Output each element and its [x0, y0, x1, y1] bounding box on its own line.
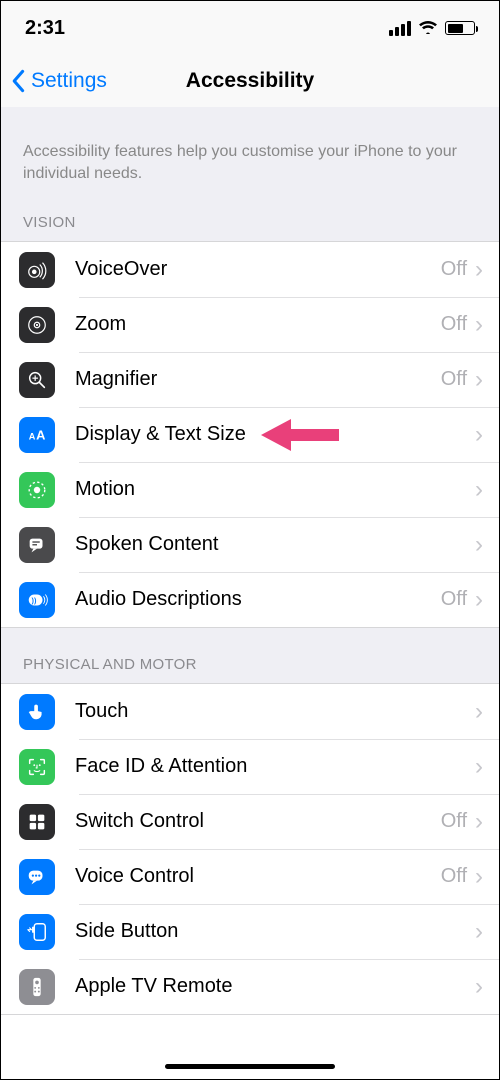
touch-icon: [19, 694, 55, 730]
nav-bar: Settings Accessibility: [1, 55, 499, 107]
chevron-right-icon: ›: [475, 478, 483, 502]
row-value: Off: [441, 368, 467, 391]
apple-tv-remote-icon: [19, 969, 55, 1005]
display-text-size-icon: AA: [19, 417, 55, 453]
row-zoom[interactable]: Zoom Off ›: [1, 297, 499, 352]
row-label: Switch Control: [75, 810, 441, 833]
chevron-right-icon: ›: [475, 588, 483, 612]
row-value: Off: [441, 258, 467, 281]
row-side-button[interactable]: Side Button ›: [1, 904, 499, 959]
chevron-right-icon: ›: [475, 810, 483, 834]
row-label: Audio Descriptions: [75, 588, 441, 611]
row-label: Display & Text Size: [75, 423, 475, 446]
row-label: Apple TV Remote: [75, 975, 475, 998]
voice-control-icon: [19, 859, 55, 895]
svg-text:A: A: [36, 427, 45, 442]
intro-text: Accessibility features help you customis…: [1, 107, 499, 204]
switch-control-icon: [19, 804, 55, 840]
chevron-left-icon: [11, 69, 27, 93]
back-button[interactable]: Settings: [1, 69, 107, 93]
chevron-right-icon: ›: [475, 975, 483, 999]
chevron-right-icon: ›: [475, 533, 483, 557]
spoken-content-icon: [19, 527, 55, 563]
row-touch[interactable]: Touch ›: [1, 684, 499, 739]
battery-icon: [445, 21, 475, 35]
row-value: Off: [441, 313, 467, 336]
wifi-icon: [418, 18, 438, 39]
row-label: Spoken Content: [75, 533, 475, 556]
chevron-right-icon: ›: [475, 755, 483, 779]
row-magnifier[interactable]: Magnifier Off ›: [1, 352, 499, 407]
chevron-right-icon: ›: [475, 920, 483, 944]
row-label: Face ID & Attention: [75, 755, 475, 778]
home-indicator: [165, 1064, 335, 1069]
face-id-icon: [19, 749, 55, 785]
status-bar: 2:31: [1, 1, 499, 55]
row-value: Off: [441, 810, 467, 833]
chevron-right-icon: ›: [475, 368, 483, 392]
row-apple-tv-remote[interactable]: Apple TV Remote ›: [1, 959, 499, 1014]
voiceover-icon: [19, 252, 55, 288]
magnifier-icon: [19, 362, 55, 398]
row-display-text-size[interactable]: AA Display & Text Size ›: [1, 407, 499, 462]
list-vision: VoiceOver Off › Zoom Off › Magnifier Off…: [1, 241, 499, 628]
chevron-right-icon: ›: [475, 700, 483, 724]
cell-signal-icon: [389, 21, 411, 36]
svg-text:)): )): [32, 595, 37, 604]
audio-descriptions-icon: )): [19, 582, 55, 618]
device-frame: 2:31 Settings Accessibility Accessibilit…: [0, 0, 500, 1080]
status-right: [389, 18, 475, 39]
svg-text:A: A: [29, 431, 36, 441]
row-audio-descriptions[interactable]: )) Audio Descriptions Off ›: [1, 572, 499, 627]
status-time: 2:31: [25, 17, 65, 40]
row-value: Off: [441, 588, 467, 611]
section-header-vision: VISION: [1, 204, 499, 241]
row-switch-control[interactable]: Switch Control Off ›: [1, 794, 499, 849]
row-value: Off: [441, 865, 467, 888]
chevron-right-icon: ›: [475, 258, 483, 282]
row-label: Magnifier: [75, 368, 441, 391]
motion-icon: [19, 472, 55, 508]
zoom-icon: [19, 307, 55, 343]
row-label: Side Button: [75, 920, 475, 943]
row-label: VoiceOver: [75, 258, 441, 281]
back-label: Settings: [31, 69, 107, 93]
row-label: Touch: [75, 700, 475, 723]
chevron-right-icon: ›: [475, 865, 483, 889]
row-voiceover[interactable]: VoiceOver Off ›: [1, 242, 499, 297]
row-label: Voice Control: [75, 865, 441, 888]
chevron-right-icon: ›: [475, 423, 483, 447]
section-header-physical: PHYSICAL AND MOTOR: [1, 628, 499, 683]
row-face-id[interactable]: Face ID & Attention ›: [1, 739, 499, 794]
row-voice-control[interactable]: Voice Control Off ›: [1, 849, 499, 904]
row-label: Motion: [75, 478, 475, 501]
row-motion[interactable]: Motion ›: [1, 462, 499, 517]
row-label: Zoom: [75, 313, 441, 336]
list-physical: Touch › Face ID & Attention › Switch Con…: [1, 683, 499, 1015]
side-button-icon: [19, 914, 55, 950]
chevron-right-icon: ›: [475, 313, 483, 337]
row-spoken-content[interactable]: Spoken Content ›: [1, 517, 499, 572]
